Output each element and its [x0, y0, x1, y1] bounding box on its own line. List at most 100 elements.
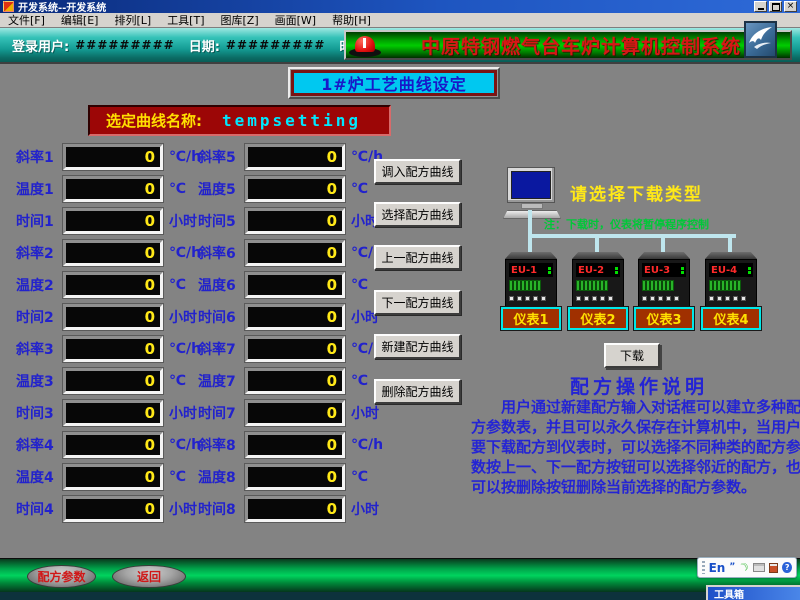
param-value-field[interactable]: 0 — [245, 176, 345, 202]
curve-name-value: tempsetting — [222, 111, 361, 130]
param-row: 斜率80℃/h — [198, 432, 383, 458]
instrument-top — [638, 252, 690, 259]
recipe-button-0[interactable]: 调入配方曲线 — [374, 159, 461, 184]
param-unit: 小时 — [169, 499, 197, 519]
param-label: 时间8 — [198, 499, 245, 519]
instrument-button-2[interactable]: 仪表2 — [568, 307, 628, 330]
instrument-button-1[interactable]: 仪表1 — [501, 307, 561, 330]
param-value-field[interactable]: 0 — [63, 464, 163, 490]
page-title-plate: 1#炉工艺曲线设定 — [291, 70, 497, 96]
param-value-field[interactable]: 0 — [245, 144, 345, 170]
param-unit: 小时 — [169, 403, 197, 423]
param-value-field[interactable]: 0 — [245, 240, 345, 266]
menu-item-2[interactable]: 排列[L] — [114, 12, 151, 28]
language-bar[interactable]: En ” ☽ ? — [697, 557, 797, 578]
param-value-field[interactable]: 0 — [245, 304, 345, 330]
param-label: 温度3 — [16, 371, 63, 391]
recipe-button-3[interactable]: 下一配方曲线 — [374, 290, 461, 315]
param-value-field[interactable]: 0 — [63, 176, 163, 202]
main-panel: 1#炉工艺曲线设定 选定曲线名称: tempsetting 斜率10℃/h温度1… — [0, 62, 800, 558]
param-value-field[interactable]: 0 — [63, 400, 163, 426]
param-value-field[interactable]: 0 — [245, 368, 345, 394]
menu-item-0[interactable]: 文件[F] — [8, 12, 45, 28]
param-row: 温度70 ℃ — [198, 368, 383, 394]
back-button[interactable]: 返回 — [112, 565, 186, 588]
menu-item-5[interactable]: 画面[W] — [275, 12, 316, 28]
param-value-field[interactable]: 0 — [245, 496, 345, 522]
param-label: 时间7 — [198, 403, 245, 423]
param-value-field[interactable]: 0 — [63, 272, 163, 298]
instrument-button-3[interactable]: 仪表3 — [634, 307, 694, 330]
recipe-button-5[interactable]: 删除配方曲线 — [374, 379, 461, 404]
param-value-field[interactable]: 0 — [245, 336, 345, 362]
param-row: 斜率60℃/h — [198, 240, 383, 266]
recipe-params-button[interactable]: 配方参数 — [27, 565, 96, 588]
param-label: 时间4 — [16, 499, 63, 519]
param-label: 时间5 — [198, 211, 245, 231]
softkeyboard-icon[interactable] — [769, 563, 779, 573]
grip-icon[interactable] — [702, 561, 705, 574]
minimize-button[interactable] — [754, 1, 767, 12]
param-value-field[interactable]: 0 — [63, 304, 163, 330]
instrument-icon: EU-1 — [505, 252, 557, 308]
param-label: 斜率4 — [16, 435, 63, 455]
param-column-right: 斜率50℃/h温度50℃时间50小时斜率60℃/h温度60℃时间60小时斜率70… — [198, 144, 383, 528]
param-value-field[interactable]: 0 — [245, 432, 345, 458]
param-value-field[interactable]: 0 — [245, 208, 345, 234]
param-label: 温度5 — [198, 179, 245, 199]
restore-button[interactable] — [769, 1, 782, 12]
param-unit: ℃ — [351, 469, 368, 485]
keyboard-icon[interactable] — [753, 563, 765, 572]
param-row: 时间20小时 — [16, 304, 201, 330]
language-indicator[interactable]: En — [709, 561, 726, 575]
param-value-field[interactable]: 0 — [245, 272, 345, 298]
close-button[interactable]: × — [784, 1, 797, 12]
param-value-field[interactable]: 0 — [63, 144, 163, 170]
alarm-beacon-icon — [349, 36, 381, 57]
instrument-icon: EU-4 — [705, 252, 757, 308]
login-user-value: ######### — [75, 38, 175, 52]
menu-item-1[interactable]: 编辑[E] — [61, 12, 99, 28]
menu-item-3[interactable]: 工具[T] — [167, 12, 204, 28]
param-value-field[interactable]: 0 — [245, 464, 345, 490]
download-button[interactable]: 下载 — [604, 343, 660, 368]
help-icon[interactable]: ? — [782, 562, 792, 573]
param-value-field[interactable]: 0 — [63, 432, 163, 458]
menu-item-6[interactable]: 帮助[H] — [332, 12, 371, 28]
recipe-button-2[interactable]: 上一配方曲线 — [374, 245, 461, 270]
curve-name-panel: 选定曲线名称: tempsetting — [88, 105, 391, 136]
param-row: 斜率50℃/h — [198, 144, 383, 170]
ime-marks-icon[interactable]: ” — [729, 563, 735, 572]
param-unit: ℃ — [169, 181, 186, 197]
param-value-field[interactable]: 0 — [63, 208, 163, 234]
instrument-top — [705, 252, 757, 259]
param-value: 0 — [327, 276, 337, 294]
param-unit: ℃/h — [169, 149, 201, 165]
param-value: 0 — [327, 148, 337, 166]
param-value-field[interactable]: 0 — [63, 496, 163, 522]
param-value: 0 — [145, 436, 155, 454]
param-value-field[interactable]: 0 — [63, 336, 163, 362]
param-value: 0 — [327, 212, 337, 230]
param-value-field[interactable]: 0 — [63, 368, 163, 394]
param-label: 温度2 — [16, 275, 63, 295]
menu-item-4[interactable]: 图库[Z] — [221, 12, 259, 28]
param-unit: ℃ — [169, 469, 186, 485]
param-label: 温度7 — [198, 371, 245, 391]
param-value: 0 — [327, 308, 337, 326]
param-value-field[interactable]: 0 — [245, 400, 345, 426]
param-value: 0 — [145, 244, 155, 262]
toolbox-titlebar[interactable]: 工具箱 — [708, 587, 800, 600]
recipe-button-4[interactable]: 新建配方曲线 — [374, 334, 461, 359]
param-unit: 小时 — [351, 499, 379, 519]
param-unit: ℃ — [351, 373, 368, 389]
page-title-mount: 1#炉工艺曲线设定 — [288, 67, 500, 99]
param-row: 斜率10℃/h — [16, 144, 201, 170]
instrument-button-4[interactable]: 仪表4 — [701, 307, 761, 330]
recipe-button-1[interactable]: 选择配方曲线 — [374, 202, 461, 227]
instrument-display: EU-2 — [578, 265, 604, 276]
param-value: 0 — [327, 500, 337, 518]
ime-mode-icon[interactable]: ☽ — [737, 560, 751, 575]
param-value-field[interactable]: 0 — [63, 240, 163, 266]
param-unit: ℃/h — [169, 341, 201, 357]
